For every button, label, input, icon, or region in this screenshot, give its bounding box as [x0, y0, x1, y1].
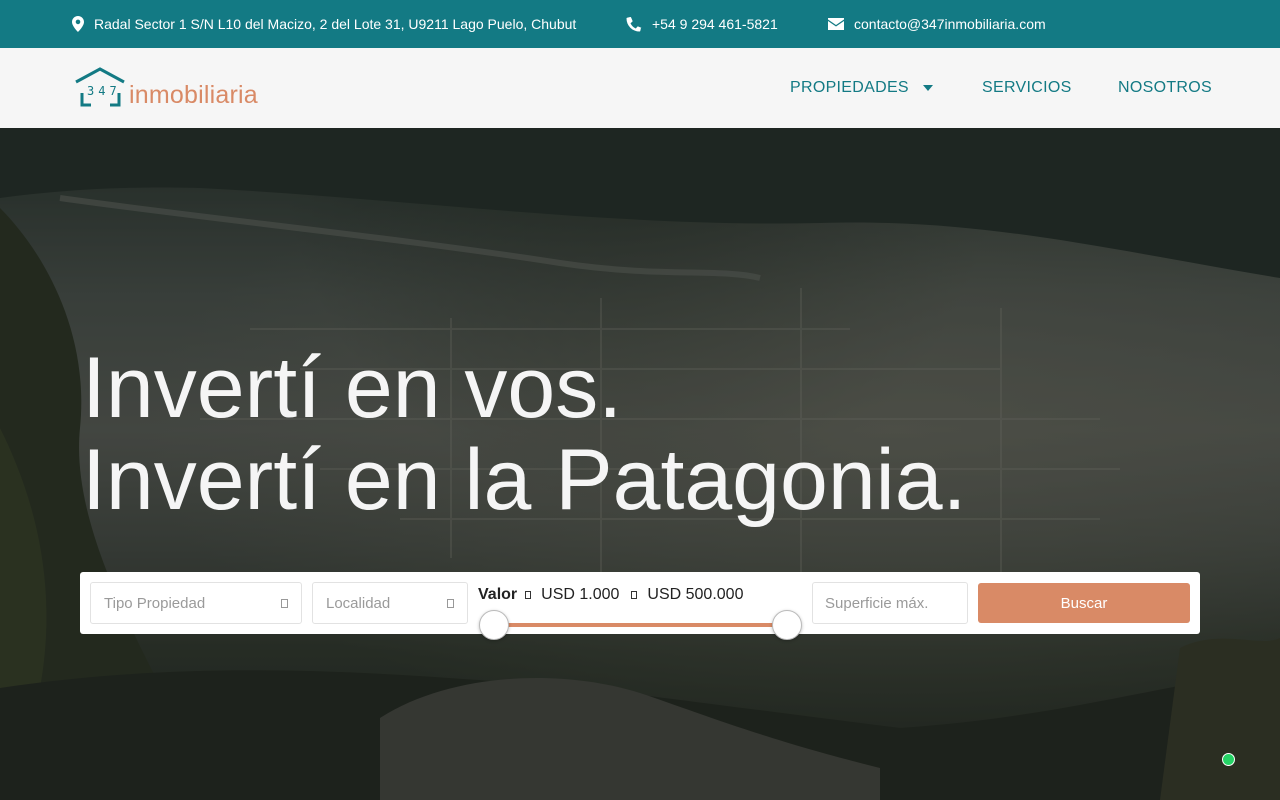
tipo-propiedad-select[interactable]: Tipo Propiedad	[90, 582, 302, 624]
envelope-icon	[828, 18, 844, 30]
phone-icon	[626, 16, 642, 32]
valor-max: USD 500.000	[647, 586, 744, 603]
map-pin-icon	[72, 16, 84, 32]
nav-servicios-label: SERVICIOS	[982, 79, 1072, 96]
email-text[interactable]: contacto@347inmobiliaria.com	[854, 16, 1046, 32]
main-navbar: 347 inmobiliaria PROPIEDADES SERVICIOS N…	[0, 48, 1280, 128]
logo-text[interactable]: inmobiliaria	[129, 81, 258, 110]
superficie-max-input[interactable]	[812, 582, 968, 624]
nav-nosotros[interactable]: NOSOTROS	[1118, 48, 1212, 128]
top-contact-bar: Radal Sector 1 S/N L10 del Macizo, 2 del…	[0, 0, 1280, 48]
hero-line-2: Invertí en la Patagonia.	[82, 432, 967, 528]
address-item: Radal Sector 1 S/N L10 del Macizo, 2 del…	[72, 0, 576, 48]
email-item[interactable]: contacto@347inmobiliaria.com	[828, 0, 1046, 48]
address-text: Radal Sector 1 S/N L10 del Macizo, 2 del…	[94, 16, 577, 32]
valor-min: USD 1.000	[541, 586, 620, 603]
caret-down-icon	[922, 85, 933, 91]
valor-slider-track[interactable]	[494, 623, 787, 627]
nav-nosotros-label: NOSOTROS	[1118, 79, 1212, 96]
buscar-button[interactable]: Buscar	[978, 583, 1190, 623]
valor-label: Valor	[478, 586, 518, 603]
valor-slider-max-handle[interactable]	[772, 610, 802, 640]
hero-headline: Invertí en vos. Invertí en la Patagonia.	[82, 342, 966, 526]
tipo-propiedad-placeholder: Tipo Propiedad	[104, 594, 206, 612]
nav-propiedades-label: PROPIEDADES	[790, 79, 909, 96]
logo-number: 347	[87, 84, 121, 98]
hero-line-1: Invertí en vos.	[82, 340, 623, 436]
phone-item[interactable]: +54 9 294 461-5821	[626, 0, 778, 48]
valor-slider-min-handle[interactable]	[479, 610, 509, 640]
currency-icon	[631, 591, 638, 599]
currency-icon	[525, 591, 532, 599]
dropdown-icon	[447, 599, 454, 608]
localidad-placeholder: Localidad	[326, 594, 391, 612]
phone-text[interactable]: +54 9 294 461-5821	[652, 16, 778, 32]
nav-propiedades[interactable]: PROPIEDADES	[790, 48, 933, 128]
whatsapp-icon[interactable]	[1222, 753, 1235, 766]
nav-servicios[interactable]: SERVICIOS	[982, 48, 1072, 128]
dropdown-icon	[281, 599, 288, 608]
localidad-select[interactable]: Localidad	[312, 582, 468, 624]
valor-range-label: Valor USD 1.000 USD 500.000	[478, 585, 798, 605]
hero-section: Invertí en vos. Invertí en la Patagonia.…	[0, 128, 1280, 800]
property-search-bar: Tipo Propiedad Localidad Valor USD 1.000…	[80, 572, 1200, 640]
